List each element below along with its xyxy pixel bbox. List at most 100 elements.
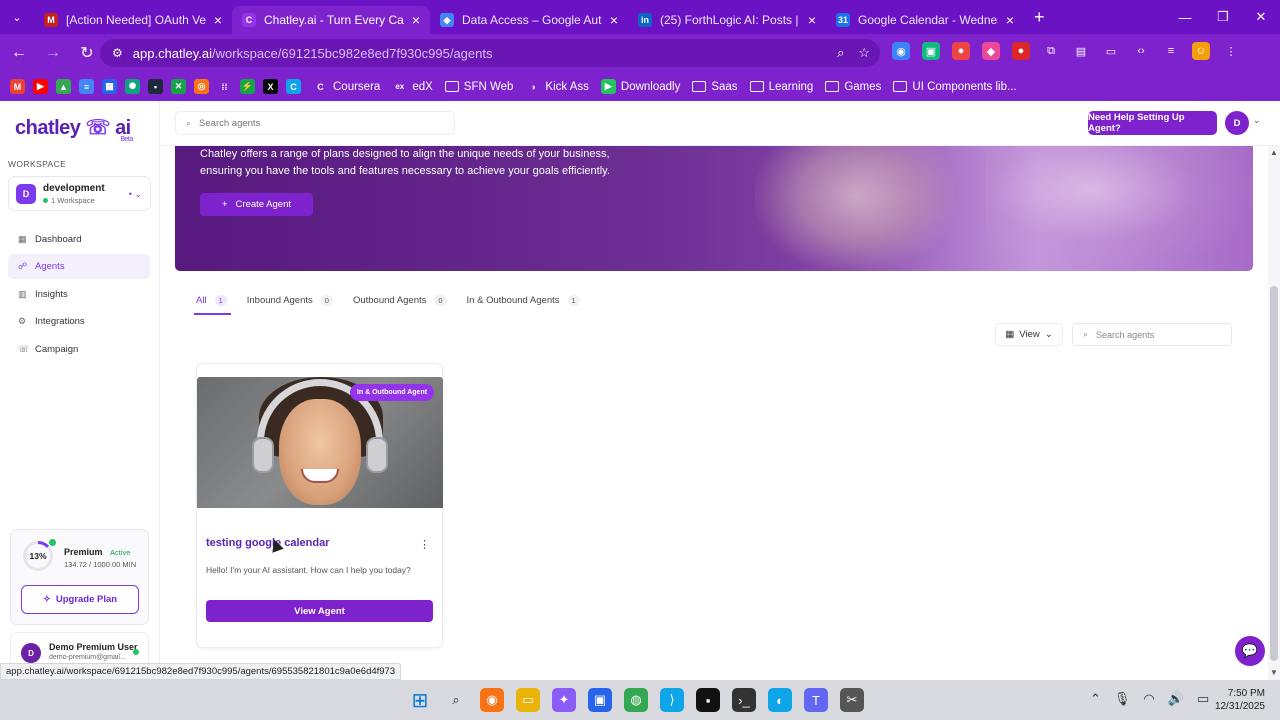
bookmark-coursera[interactable]: C Coursera bbox=[313, 79, 380, 94]
devices-icon[interactable]: ▭ bbox=[1102, 42, 1120, 60]
app-icon[interactable]: ✕ bbox=[171, 79, 186, 94]
forward-icon[interactable]: → bbox=[38, 38, 68, 68]
sidebar-item-agents[interactable]: ☍ Agents bbox=[8, 254, 150, 280]
scrollbar-thumb[interactable] bbox=[1270, 286, 1278, 661]
search-icon[interactable]: ⌕ bbox=[444, 688, 468, 712]
code-icon[interactable]: ‹› bbox=[1132, 42, 1150, 60]
drive-icon[interactable]: ▲ bbox=[56, 79, 71, 94]
browser-tab-3[interactable]: ◆ Data Access – Google Auth Plat × bbox=[430, 6, 628, 34]
site-info-icon[interactable]: ⚙ bbox=[112, 46, 123, 60]
store-icon[interactable]: ▣ bbox=[588, 688, 612, 712]
browser-tab-1[interactable]: M [Action Needed] OAuth Verifica × bbox=[34, 6, 232, 34]
chevron-up-icon[interactable]: ⌃ bbox=[1090, 691, 1101, 707]
chat-support-button[interactable]: 💬 bbox=[1235, 636, 1265, 666]
bookmark-kick-ass[interactable]: ◑ Kick Ass bbox=[525, 79, 589, 94]
minimize-icon[interactable]: — bbox=[1166, 0, 1204, 34]
close-tab-icon[interactable]: × bbox=[610, 12, 618, 28]
tab-inbound[interactable]: Inbound Agents 0 bbox=[247, 288, 333, 312]
youtube-icon[interactable]: ▶ bbox=[33, 79, 48, 94]
cmd-icon[interactable]: ›_ bbox=[732, 688, 756, 712]
gmail-bookmark-icon[interactable]: M bbox=[10, 79, 25, 94]
upgrade-plan-button[interactable]: ✧ Upgrade Plan bbox=[21, 585, 139, 614]
sidebar-item-dashboard[interactable]: ▦ Dashboard bbox=[8, 227, 150, 252]
teams-icon[interactable]: T bbox=[804, 688, 828, 712]
tab-outbound[interactable]: Outbound Agents 0 bbox=[353, 288, 447, 312]
vscode-icon[interactable]: ⟩ bbox=[660, 688, 684, 712]
tab-all[interactable]: All 1 bbox=[194, 288, 231, 315]
search-input[interactable]: ⌕ Search agents bbox=[175, 111, 455, 135]
extension-icon[interactable]: ◆ bbox=[982, 42, 1000, 60]
firefox-icon[interactable]: ◉ bbox=[480, 688, 504, 712]
extension-icon[interactable]: ▣ bbox=[922, 42, 940, 60]
url-field[interactable]: ⚙ app.chatley.ai/workspace/691215bc982e8… bbox=[100, 39, 880, 67]
reload-icon[interactable]: ↻ bbox=[72, 38, 102, 68]
bookmark-games[interactable]: Games bbox=[825, 81, 881, 93]
bookmark-downloadly[interactable]: ▶ Downloadly bbox=[600, 79, 680, 94]
more-options-icon[interactable]: ⋮ bbox=[419, 538, 430, 551]
restore-icon[interactable]: ❐ bbox=[1204, 0, 1242, 34]
chrome-icon[interactable]: ◍ bbox=[624, 688, 648, 712]
scroll-up-icon[interactable]: ▲ bbox=[1270, 148, 1278, 157]
sidepanel-icon[interactable]: ▤ bbox=[1072, 42, 1090, 60]
clock[interactable]: 7:50 PM 12/31/2025 bbox=[1205, 687, 1265, 713]
extension-icon[interactable]: ● bbox=[1012, 42, 1030, 60]
app-icon[interactable]: ▪ bbox=[148, 79, 163, 94]
app-icon[interactable]: ◎ bbox=[194, 79, 209, 94]
close-tab-icon[interactable]: × bbox=[214, 12, 222, 28]
extension-icon[interactable]: ◉ bbox=[892, 42, 910, 60]
profile-avatar-icon[interactable]: ☺ bbox=[1192, 42, 1210, 60]
close-tab-icon[interactable]: × bbox=[412, 12, 420, 28]
tab-in-outbound[interactable]: In & Outbound Agents 1 bbox=[467, 288, 580, 312]
browser-tab-2[interactable]: C Chatley.ai - Turn Every Call Into × bbox=[232, 6, 430, 34]
new-tab-icon[interactable]: + bbox=[1034, 7, 1045, 28]
scrollbar[interactable]: ▲ ▼ bbox=[1268, 146, 1280, 680]
apps-grid-icon[interactable]: ⁞⁞ bbox=[217, 79, 232, 94]
workspace-switcher[interactable]: D development 1 Workspace • ⌄ bbox=[8, 176, 151, 211]
bookmark-ui-components[interactable]: UI Components lib... bbox=[893, 81, 1017, 93]
office-icon[interactable]: ▦ bbox=[102, 79, 117, 94]
bookmark-learning[interactable]: Learning bbox=[749, 81, 813, 93]
back-icon[interactable]: ← bbox=[4, 38, 34, 68]
copilot-icon[interactable]: ✦ bbox=[552, 688, 576, 712]
microphone-icon[interactable]: 🎙 bbox=[1114, 691, 1131, 707]
avatar[interactable]: D bbox=[1225, 111, 1249, 135]
chatley-logo[interactable]: chatley ☏ ai Beta bbox=[15, 115, 133, 143]
edge-icon[interactable]: ◐ bbox=[768, 688, 792, 712]
x-icon[interactable]: X bbox=[263, 79, 278, 94]
volume-icon[interactable]: 🔊 bbox=[1168, 691, 1184, 707]
puzzle-icon[interactable]: ⧉ bbox=[1042, 42, 1060, 60]
help-setup-button[interactable]: Need Help Setting Up Agent? bbox=[1088, 111, 1217, 135]
chatgpt-icon[interactable]: ✺ bbox=[125, 79, 140, 94]
sidebar-item-integrations[interactable]: ⚙ Integrations bbox=[8, 309, 150, 334]
sidebar-item-campaign[interactable]: ☏ Campaign bbox=[8, 337, 150, 362]
docs-icon[interactable]: ≡ bbox=[79, 79, 94, 94]
browser-tab-5[interactable]: 31 Google Calendar - Wednesday, × bbox=[826, 6, 1024, 34]
close-window-icon[interactable]: ✕ bbox=[1242, 0, 1280, 34]
bookmark-sfn-web[interactable]: SFN Web bbox=[444, 81, 513, 93]
app-icon[interactable]: C bbox=[286, 79, 301, 94]
scroll-down-icon[interactable]: ▼ bbox=[1270, 668, 1278, 677]
app-icon[interactable]: ⚡ bbox=[240, 79, 255, 94]
browser-tab-4[interactable]: in (25) ForthLogic AI: Posts | Linke × bbox=[628, 6, 826, 34]
close-tab-icon[interactable]: × bbox=[808, 12, 816, 28]
tab-search-icon[interactable]: ⌄ bbox=[0, 0, 34, 34]
agent-search-input[interactable]: ⌕ Search agents bbox=[1072, 323, 1232, 346]
windows-start-icon[interactable]: ⊞ bbox=[408, 688, 432, 712]
wifi-icon[interactable]: ◠ bbox=[1143, 691, 1154, 707]
sidebar-item-insights[interactable]: ▥ Insights bbox=[8, 282, 150, 307]
agent-title[interactable]: testing google calendar bbox=[206, 537, 329, 549]
create-agent-button[interactable]: + Create Agent bbox=[200, 193, 313, 216]
close-tab-icon[interactable]: × bbox=[1006, 12, 1014, 28]
terminal-icon[interactable]: ▪ bbox=[696, 688, 720, 712]
chevron-down-icon[interactable]: ⌄ bbox=[1253, 115, 1261, 126]
view-toggle-button[interactable]: ▦ View ⌄ bbox=[995, 323, 1063, 346]
media-icon[interactable]: ≡ bbox=[1162, 42, 1180, 60]
bookmark-star-icon[interactable]: ☆ bbox=[858, 45, 870, 61]
zoom-icon[interactable]: ⌕ bbox=[837, 45, 844, 61]
more-icon[interactable]: ⋮ bbox=[1222, 42, 1240, 60]
bookmark-saas[interactable]: Saas bbox=[692, 81, 738, 93]
bookmark-edx[interactable]: ex edX bbox=[392, 79, 432, 94]
snipping-tool-icon[interactable]: ✂ bbox=[840, 688, 864, 712]
file-explorer-icon[interactable]: ▭ bbox=[516, 688, 540, 712]
extension-icon[interactable]: ● bbox=[952, 42, 970, 60]
